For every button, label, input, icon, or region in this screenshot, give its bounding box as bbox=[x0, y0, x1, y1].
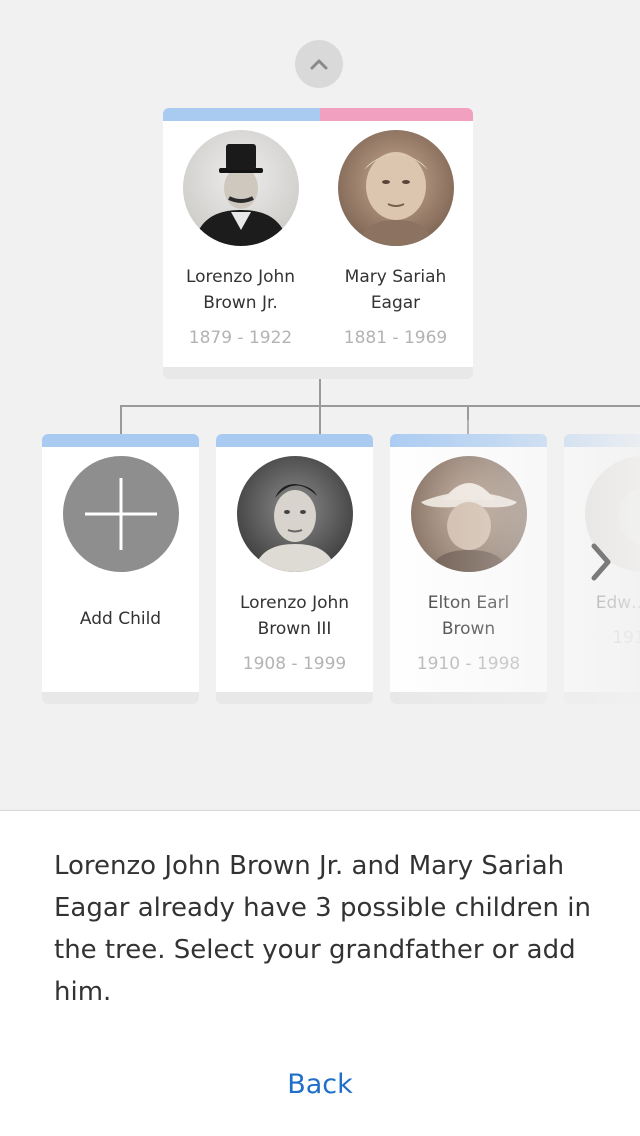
father-photo bbox=[182, 130, 299, 246]
child-1-stripe bbox=[216, 434, 373, 447]
child-3-dates: 1912… bbox=[612, 628, 640, 648]
child-2-name: Elton Earl Brown bbox=[427, 593, 510, 639]
child-2-footer bbox=[390, 692, 547, 704]
children-connector-bar bbox=[120, 405, 640, 407]
father-dates: 1879 - 1922 bbox=[188, 328, 293, 348]
child-3-stripe bbox=[564, 434, 640, 447]
parents-card: Lorenzo John Brown Jr. 1879 - 1922 Mary … bbox=[163, 108, 473, 379]
child-card-1[interactable]: Lorenzo John Brown III 1908 - 1999 bbox=[216, 434, 373, 704]
father-stripe bbox=[163, 108, 320, 121]
child-2-dates: 1910 - 1998 bbox=[416, 654, 521, 674]
child-1-connector bbox=[319, 405, 321, 434]
chevron-right-icon bbox=[591, 543, 611, 581]
add-child-button[interactable] bbox=[62, 456, 179, 572]
child-1-footer bbox=[216, 692, 373, 704]
father-name: Lorenzo John Brown Jr. bbox=[185, 267, 296, 313]
child-2-photo bbox=[410, 456, 527, 572]
mother-dates: 1881 - 1969 bbox=[343, 328, 448, 348]
mother-photo bbox=[337, 130, 454, 246]
message-panel: Lorenzo John Brown Jr. and Mary Sariah E… bbox=[0, 810, 640, 1136]
child-1-name: Lorenzo John Brown III bbox=[239, 593, 350, 639]
mother-person[interactable]: Mary Sariah Eagar 1881 - 1969 bbox=[318, 130, 473, 348]
back-button[interactable]: Back bbox=[0, 1069, 640, 1100]
add-child-stripe bbox=[42, 434, 199, 447]
child-3-footer bbox=[564, 692, 640, 704]
chevron-up-icon bbox=[310, 59, 328, 70]
family-tree-area: Lorenzo John Brown Jr. 1879 - 1922 Mary … bbox=[0, 0, 640, 810]
child-1-photo bbox=[236, 456, 353, 572]
child-2-stripe bbox=[390, 434, 547, 447]
child-2-connector bbox=[467, 405, 469, 434]
instruction-message: Lorenzo John Brown Jr. and Mary Sariah E… bbox=[54, 851, 591, 1007]
father-person[interactable]: Lorenzo John Brown Jr. 1879 - 1922 bbox=[163, 130, 318, 348]
plus-icon bbox=[84, 478, 157, 550]
parents-connector bbox=[319, 379, 321, 406]
mother-stripe bbox=[320, 108, 473, 121]
add-child-connector bbox=[120, 405, 122, 434]
add-child-card[interactable]: Add Child bbox=[42, 434, 199, 704]
scroll-next-button[interactable] bbox=[586, 540, 616, 584]
child-card-2[interactable]: Elton Earl Brown 1910 - 1998 bbox=[390, 434, 547, 704]
add-child-footer bbox=[42, 692, 199, 704]
add-child-label: Add Child bbox=[79, 609, 162, 629]
parents-card-footer bbox=[163, 367, 473, 379]
mother-name: Mary Sariah Eagar bbox=[344, 267, 447, 313]
child-3-name: Edw… Br… bbox=[595, 593, 640, 613]
child-1-dates: 1908 - 1999 bbox=[242, 654, 347, 674]
navigate-up-button[interactable] bbox=[295, 40, 343, 88]
